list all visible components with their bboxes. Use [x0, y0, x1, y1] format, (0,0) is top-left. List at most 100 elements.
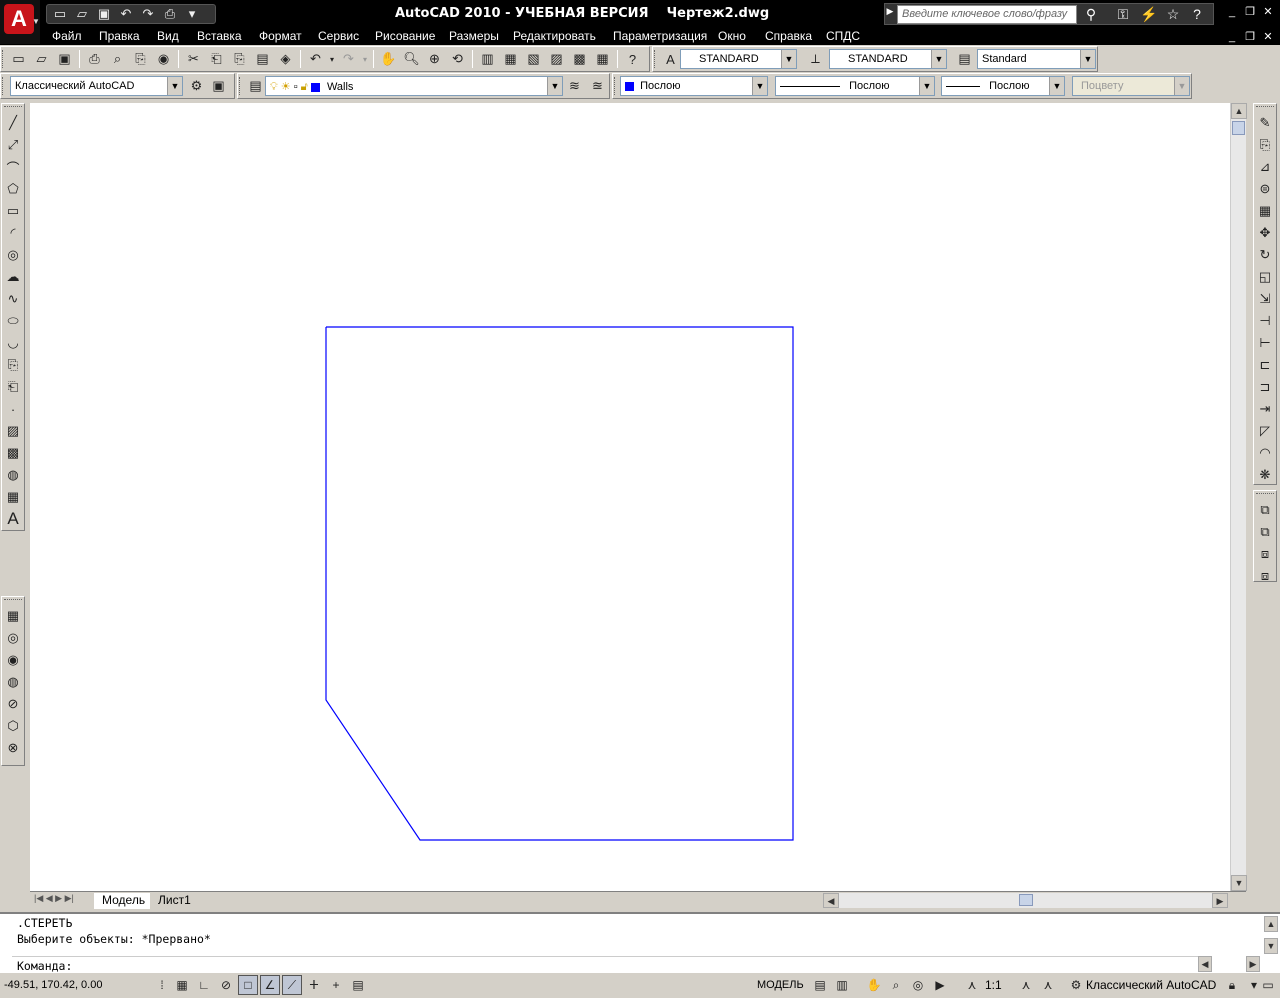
join-icon[interactable]: ⇥	[1254, 398, 1276, 420]
doc-restore-icon[interactable]: ❐	[1242, 30, 1258, 44]
favorites-icon[interactable]: ☆	[1163, 6, 1183, 24]
scroll-thumb[interactable]	[1019, 894, 1033, 906]
paste-icon[interactable]: ⎘	[228, 48, 251, 70]
lineweight-select[interactable]: Послою ▼	[941, 76, 1065, 96]
box-3d-icon[interactable]: ⬡	[2, 715, 24, 737]
scroll-left-icon[interactable]: ◀	[1198, 956, 1212, 972]
scroll-right-icon[interactable]: ▶	[1212, 893, 1228, 908]
hatch-icon[interactable]: ▨	[2, 420, 24, 442]
menu-draw[interactable]: Рисование	[375, 29, 435, 43]
help-icon[interactable]: ?	[621, 48, 644, 70]
scroll-up-icon[interactable]: ▲	[1264, 916, 1278, 932]
plot-icon[interactable]: ⎙	[83, 48, 106, 70]
scroll-down-icon[interactable]: ▼	[1264, 938, 1278, 954]
line-icon[interactable]: ╱	[2, 112, 24, 134]
close-icon[interactable]: ✕	[1260, 5, 1276, 19]
lock-icon[interactable]: 🔒︎	[1222, 975, 1242, 995]
polygon-icon[interactable]: ⬠	[2, 178, 24, 200]
key-icon[interactable]: ⚿	[1113, 6, 1133, 24]
send-under-icon[interactable]: ⧈	[1254, 565, 1276, 587]
menu-modify[interactable]: Редактировать	[513, 29, 596, 43]
globe-remove-icon[interactable]: ◍	[2, 671, 24, 693]
fillet-icon[interactable]: ◠	[1254, 442, 1276, 464]
redo-icon[interactable]: ↷	[337, 48, 360, 70]
revision-cloud-icon[interactable]: ☁	[2, 266, 24, 288]
undo-dropdown-icon[interactable]: ▾	[327, 48, 337, 70]
sheet-set-icon[interactable]: ▨	[545, 48, 568, 70]
dynamic-ucs-icon[interactable]: ⟋	[282, 975, 302, 995]
table-style-icon[interactable]: ▤	[953, 48, 976, 70]
my-workspace-icon[interactable]: ▣	[207, 75, 230, 97]
zoom-window-icon[interactable]: ⊕	[423, 48, 446, 70]
make-block-icon[interactable]: ⎗	[2, 376, 24, 398]
region-icon[interactable]: ◍	[2, 464, 24, 486]
move-icon[interactable]: ✥	[1254, 222, 1276, 244]
menu-spds[interactable]: СПДС	[826, 29, 860, 43]
rotate-icon[interactable]: ↻	[1254, 244, 1276, 266]
delete-3d-icon[interactable]: ⊗	[2, 737, 24, 759]
wall-polyline[interactable]	[325, 326, 794, 841]
object-snap-tracking-icon[interactable]: ∠	[260, 975, 280, 995]
menu-file[interactable]: Файл	[52, 29, 82, 43]
restore-icon[interactable]: ❐	[1242, 5, 1258, 19]
save-icon[interactable]: ▣	[53, 48, 76, 70]
scroll-thumb[interactable]	[1232, 121, 1245, 135]
color-select[interactable]: Послою ▼	[620, 76, 768, 96]
layer-previous-icon[interactable]: ≊	[586, 75, 609, 97]
polyline-icon[interactable]: ⌒	[2, 156, 24, 178]
scroll-down-icon[interactable]: ▼	[1231, 875, 1247, 891]
zoom-icon[interactable]: ⌕	[886, 975, 906, 995]
lineweight-icon[interactable]: +	[326, 975, 346, 995]
spline-icon[interactable]: ∿	[2, 288, 24, 310]
menu-window[interactable]: Окно	[718, 29, 746, 43]
help-icon[interactable]: ?	[1187, 6, 1207, 24]
rectangle-icon[interactable]: ▭	[2, 200, 24, 222]
text-style-icon[interactable]: A	[659, 48, 682, 70]
copy-icon[interactable]: ⎗	[205, 48, 228, 70]
binoculars-icon[interactable]: ⚲	[1081, 6, 1101, 24]
workspace-settings-icon[interactable]: ⚙	[185, 75, 208, 97]
new-icon[interactable]: ▭	[49, 5, 71, 23]
layer-properties-icon[interactable]: ▤	[244, 75, 267, 97]
text-style-select[interactable]: STANDARD ▼	[680, 49, 797, 69]
menu-parametric[interactable]: Параметризация	[613, 29, 707, 43]
no-globe-icon[interactable]: ⊘	[2, 693, 24, 715]
zoom-realtime-icon[interactable]: 🔍︎	[400, 48, 423, 70]
coordinates-readout[interactable]: -49.51, 170.42, 0.00	[4, 979, 102, 991]
offset-icon[interactable]: ⊜	[1254, 178, 1276, 200]
clean-screen-icon[interactable]: ▭	[1258, 975, 1278, 995]
gradient-icon[interactable]: ▩	[2, 442, 24, 464]
tab-nav-arrows-icon[interactable]: |◀ ◀ ▶ ▶|	[34, 893, 74, 904]
customize-dropdown-icon[interactable]: ▾	[181, 5, 203, 23]
menu-format[interactable]: Формат	[259, 29, 302, 43]
dim-style-select[interactable]: STANDARD ▼	[829, 49, 947, 69]
save-icon[interactable]: ▣	[93, 5, 115, 23]
menu-tools[interactable]: Сервис	[318, 29, 359, 43]
drawing-area[interactable]	[30, 103, 1230, 891]
erase-icon[interactable]: ✎	[1254, 112, 1276, 134]
undo-icon[interactable]: ↶	[304, 48, 327, 70]
showmotion-icon[interactable]: ▶	[930, 975, 950, 995]
properties-icon[interactable]: ▥	[476, 48, 499, 70]
send-to-back-icon[interactable]: ⧉	[1254, 521, 1276, 543]
redo-dropdown-icon[interactable]: ▾	[360, 48, 370, 70]
minimize-icon[interactable]: _	[1224, 5, 1240, 19]
dim-style-icon[interactable]: ⟂	[804, 48, 827, 70]
view-cube-icon[interactable]: ▦	[2, 605, 24, 627]
table-icon[interactable]: ▦	[2, 486, 24, 508]
scroll-right-icon[interactable]: ▶	[1246, 956, 1260, 972]
scroll-up-icon[interactable]: ▲	[1231, 103, 1247, 119]
plot-icon[interactable]: ⎙	[159, 5, 181, 23]
menu-dimension[interactable]: Размеры	[449, 29, 499, 43]
calculator-icon[interactable]: ▦	[591, 48, 614, 70]
point-icon[interactable]: ·	[2, 398, 24, 420]
horizontal-scrollbar[interactable]: ◀ ▶	[823, 893, 1228, 908]
publish-icon[interactable]: ⎘	[129, 48, 152, 70]
workspace-switch[interactable]: Классический AutoCAD	[1086, 978, 1216, 992]
pan-icon[interactable]: ✋	[864, 975, 884, 995]
linetype-select[interactable]: Послою ▼	[775, 76, 935, 96]
ellipse-arc-icon[interactable]: ◡	[2, 332, 24, 354]
ellipse-icon[interactable]: ⬭	[2, 310, 24, 332]
markup-icon[interactable]: ▩	[568, 48, 591, 70]
match-properties-icon[interactable]: ▤	[251, 48, 274, 70]
